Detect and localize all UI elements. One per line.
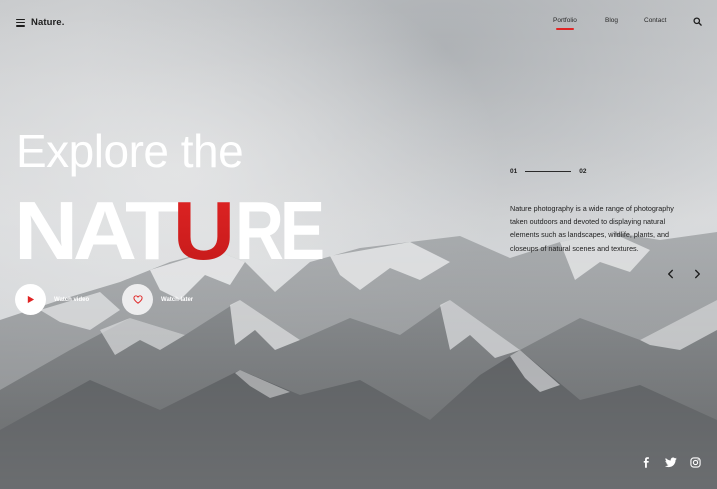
- headline-accent-letter: U: [173, 190, 235, 264]
- hero-description: Nature photography is a wide range of ph…: [510, 204, 674, 253]
- slide-current[interactable]: 01: [510, 168, 517, 175]
- watch-later-button[interactable]: Watch later: [122, 284, 193, 315]
- slide-progress-line: [525, 170, 572, 173]
- watch-video-label: Watch video: [54, 296, 90, 303]
- instagram-icon[interactable]: [690, 457, 701, 468]
- slide-next[interactable]: 02: [579, 168, 586, 175]
- headline-right: RE: [235, 190, 323, 264]
- nav-item-portfolio[interactable]: Portfolio: [553, 17, 577, 30]
- hero-headline-nature: NAT U RE: [14, 190, 324, 264]
- watch-later-label: Watch later: [161, 296, 194, 303]
- hero-title: Explore the: [16, 125, 244, 177]
- chevron-right-icon[interactable]: [693, 269, 702, 279]
- heart-icon: [132, 295, 143, 304]
- chevron-left-icon[interactable]: [666, 269, 675, 279]
- slide-indicator: 01 02: [510, 168, 586, 175]
- headline-left: NAT: [14, 190, 179, 264]
- twitter-icon[interactable]: [665, 457, 677, 468]
- nav-item-contact[interactable]: Contact: [644, 17, 666, 24]
- facebook-icon[interactable]: [641, 457, 652, 468]
- play-button-circle[interactable]: [15, 284, 46, 315]
- main-nav: Portfolio Blog Contact: [0, 17, 717, 31]
- nav-item-blog[interactable]: Blog: [605, 17, 618, 24]
- play-icon: [27, 295, 35, 304]
- watch-video-button[interactable]: Watch video: [15, 284, 89, 315]
- site-header: Nature. Portfolio Blog Contact: [0, 0, 717, 46]
- heart-button-circle[interactable]: [122, 284, 153, 315]
- search-icon[interactable]: [693, 17, 702, 26]
